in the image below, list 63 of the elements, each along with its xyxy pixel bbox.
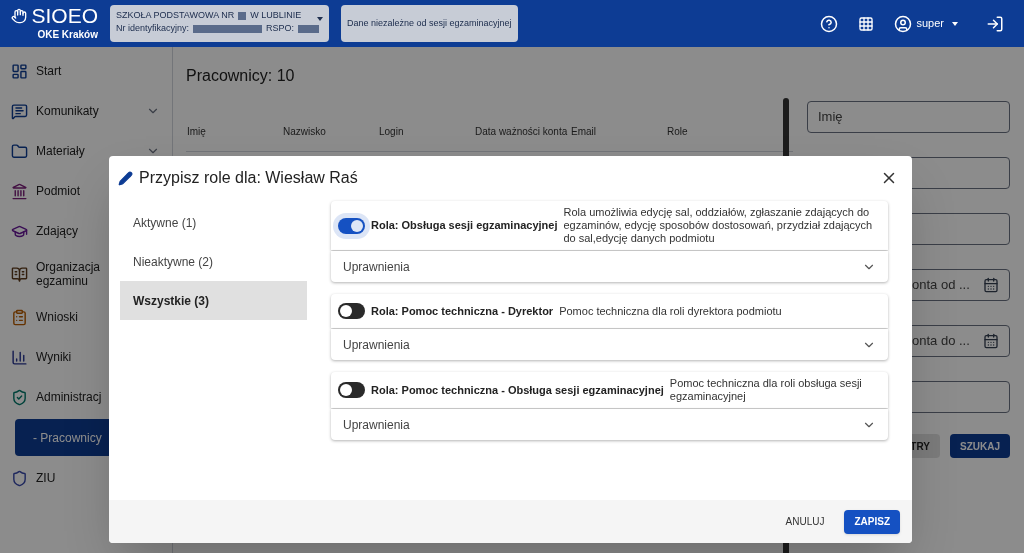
search-button[interactable]: SZUKAJ xyxy=(950,434,1010,458)
permissions-accordion[interactable]: Uprawnienia xyxy=(331,329,888,360)
id-label: Nr identyfikacyjny: xyxy=(116,22,190,35)
filter-tab[interactable]: Wszystkie (3) xyxy=(120,281,307,320)
sidebar-item[interactable]: Administracj xyxy=(0,377,172,417)
user-icon xyxy=(894,14,913,33)
redacted-mark xyxy=(193,24,262,33)
clipboard-icon xyxy=(11,308,28,326)
message-icon xyxy=(11,102,28,120)
permissions-accordion[interactable]: Uprawnienia xyxy=(331,409,888,440)
toggle-switch[interactable] xyxy=(338,303,365,319)
school-selector[interactable]: SZKOŁA PODSTAWOWA NR W LUBLINIE Nr identyfikacyjny: RSPO: xyxy=(110,5,329,42)
dashboard-icon xyxy=(11,62,28,80)
sidebar-item[interactable]: Komunikaty xyxy=(0,91,172,131)
redacted-mark xyxy=(297,24,319,33)
dialog-title: Przypisz role dla: Wiesław Raś xyxy=(139,168,358,188)
apps-grid-icon[interactable] xyxy=(858,15,875,32)
column-header[interactable]: Login xyxy=(379,125,404,138)
shield-icon xyxy=(11,388,28,406)
role-name: Rola: Pomoc techniczna - Dyrektor xyxy=(371,303,554,319)
shield-icon xyxy=(11,469,28,487)
input-field[interactable]: Imię xyxy=(807,101,1010,133)
column-header[interactable]: Email xyxy=(571,125,596,138)
calendar-icon[interactable] xyxy=(983,333,999,349)
column-header[interactable]: Data ważności konta xyxy=(475,125,568,138)
page-title: Pracownicy: 10 xyxy=(186,66,296,86)
column-header[interactable]: Imię xyxy=(187,125,206,138)
school-name: SZKOŁA PODSTAWOWA NR xyxy=(116,9,235,22)
dropdown-icon xyxy=(317,17,323,21)
role-name: Rola: Pomoc techniczna - Obsługa sesji egzaminacyjnej xyxy=(371,382,664,398)
role-description: Pomoc techniczna dla roli dyrektora podmiotu xyxy=(559,304,782,318)
column-header[interactable]: Nazwisko xyxy=(283,125,326,138)
folder-icon xyxy=(11,142,28,160)
school-city: W LUBLINIE xyxy=(250,9,302,22)
role-description: Pomoc techniczna dla roli obsługa sesji egzaminacyjnej xyxy=(669,377,863,403)
session-selector[interactable]: Dane niezależne od sesji egzaminacyjnej xyxy=(341,5,518,42)
book-icon xyxy=(11,265,28,283)
building-icon xyxy=(11,182,28,200)
hand-icon xyxy=(11,8,28,24)
role-name: Rola: Obsługa sesji egzaminacyjnej xyxy=(371,218,558,234)
permissions-accordion[interactable]: Uprawnienia xyxy=(331,251,888,282)
pencil-icon xyxy=(118,170,133,186)
sidebar-item[interactable]: ZIU xyxy=(0,458,172,498)
user-menu[interactable]: super xyxy=(894,14,958,33)
calendar-icon[interactable] xyxy=(983,277,999,293)
filter-tab[interactable]: Nieaktywne (2) xyxy=(120,242,307,281)
cancel-button[interactable]: ANULUJ xyxy=(779,509,831,534)
column-header[interactable]: Role xyxy=(667,125,688,138)
redacted-mark xyxy=(238,11,247,20)
logout-icon[interactable] xyxy=(986,14,1004,33)
role-description: Rola umożliwia edycję sal, oddziałów, zgłaszanie zdających do egzaminów, edycję sposobów dostosowań, przydział zdających do sal,edycję danych podmiotu xyxy=(563,206,874,245)
toggle-switch[interactable] xyxy=(338,217,365,234)
toggle-switch[interactable] xyxy=(338,382,365,398)
logo-subtitle: OKE Kraków xyxy=(37,28,98,42)
sidebar-item[interactable]: Wyniki xyxy=(0,337,172,377)
logo-text: SIOEO xyxy=(31,5,98,27)
rspo-label: RSPO: xyxy=(265,22,294,35)
sidebar-item[interactable]: Start xyxy=(0,51,172,91)
filter-tab[interactable]: Aktywne (1) xyxy=(120,203,307,242)
chart-icon xyxy=(11,348,28,366)
help-icon[interactable] xyxy=(820,14,839,33)
sidebar-item[interactable]: Materiały xyxy=(0,131,172,171)
save-button[interactable]: ZAPISZ xyxy=(844,509,900,534)
